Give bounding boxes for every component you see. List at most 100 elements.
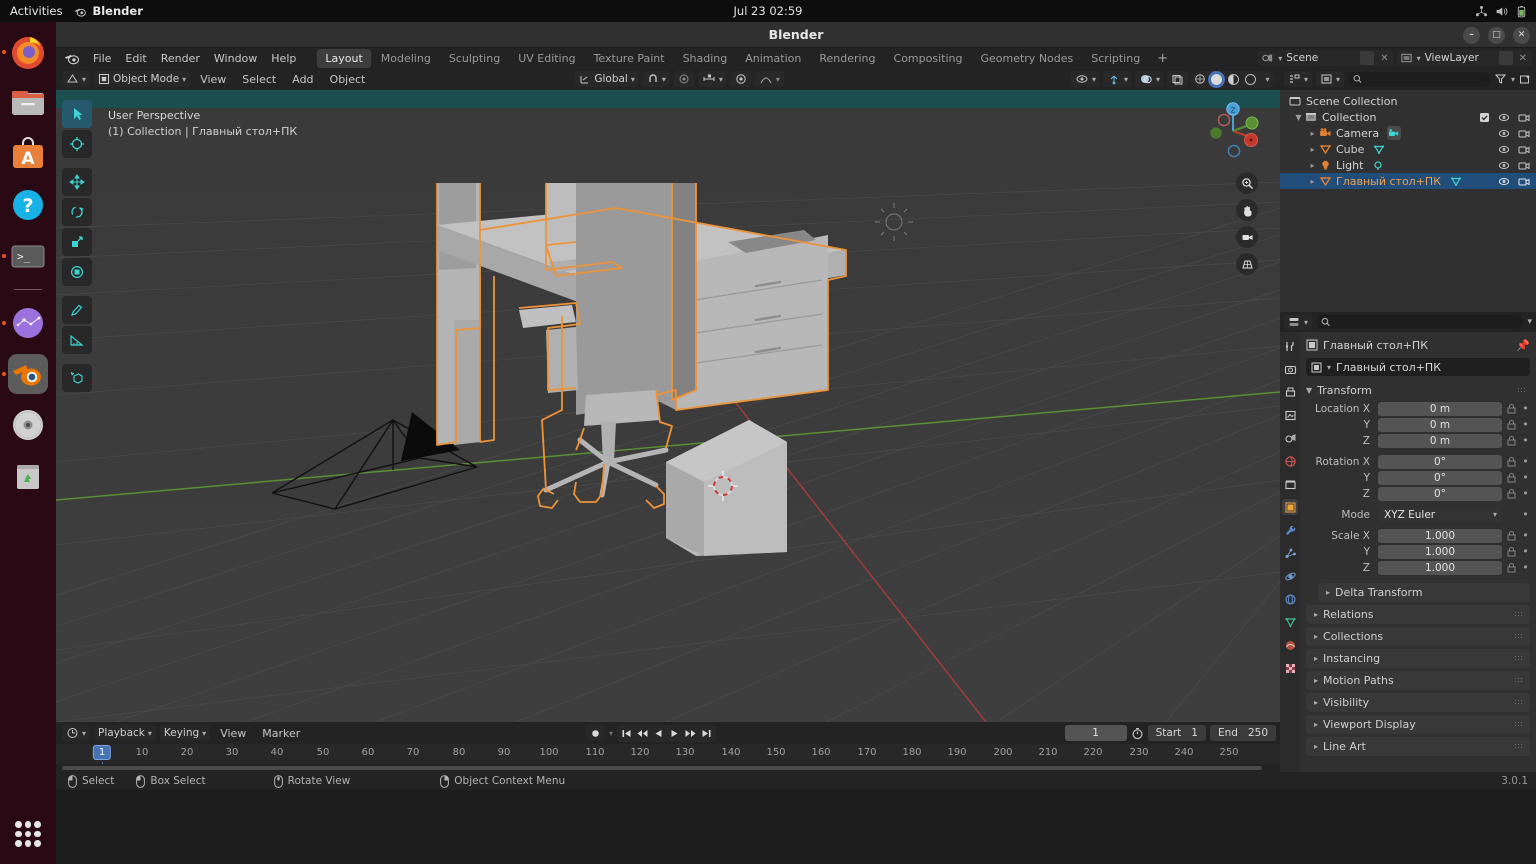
tool-measure[interactable]: [62, 326, 92, 354]
panel-relations[interactable]: ▸ Relations: [1306, 605, 1530, 624]
outliner-search-field[interactable]: [1366, 74, 1490, 85]
properties-tab-material[interactable]: [1282, 637, 1298, 653]
timeline-ruler[interactable]: 1 10 20 30 40 50 60 70 80 90 100 110 120…: [56, 744, 1280, 764]
activities-button[interactable]: Activities: [0, 4, 74, 18]
unlink-scene-icon[interactable]: ✕: [1378, 53, 1390, 64]
add-workspace-button[interactable]: +: [1150, 49, 1175, 68]
dock-item-terminal[interactable]: >_: [8, 236, 48, 276]
camera-data-icon[interactable]: [1387, 126, 1401, 140]
properties-tab-scene[interactable]: [1282, 430, 1298, 446]
navigation-gizmo[interactable]: Z: [1200, 98, 1266, 164]
tool-move[interactable]: [62, 168, 92, 196]
auto-keying-toggle[interactable]: [586, 725, 605, 741]
properties-editor-type[interactable]: ▾: [1284, 314, 1312, 330]
shading-solid[interactable]: [1208, 71, 1225, 88]
snap-increment-selector[interactable]: ▾: [698, 71, 727, 87]
rotation-mode-dropdown[interactable]: XYZ Euler: [1378, 508, 1502, 522]
location-x-value[interactable]: 0 m: [1378, 402, 1502, 416]
workspace-tab-sculpting[interactable]: Sculpting: [441, 49, 508, 68]
properties-tab-collection[interactable]: [1282, 476, 1298, 492]
start-frame-value[interactable]: 1: [1191, 727, 1198, 739]
dock-item-help[interactable]: ?: [8, 185, 48, 225]
shading-material[interactable]: [1225, 71, 1242, 88]
eye-icon[interactable]: [1498, 144, 1510, 155]
play-button[interactable]: [667, 725, 682, 741]
editor-type-selector[interactable]: ▾: [62, 71, 90, 87]
camera-render-icon[interactable]: [1518, 160, 1530, 171]
properties-tab-constraints[interactable]: [1282, 591, 1298, 607]
panel-viewport-display[interactable]: ▸ Viewport Display: [1306, 715, 1530, 734]
toggle-ortho-button[interactable]: [1236, 253, 1258, 275]
show-applications-button[interactable]: [8, 814, 48, 854]
animate-property-dot[interactable]: •: [1521, 545, 1530, 558]
menu-edit[interactable]: Edit: [118, 50, 153, 67]
lock-icon[interactable]: [1506, 419, 1517, 430]
properties-tab-view-layer[interactable]: [1282, 407, 1298, 423]
filter-chevron-icon[interactable]: ▾: [1511, 75, 1515, 84]
properties-tab-object[interactable]: [1282, 499, 1298, 515]
new-view-layer-button[interactable]: [1499, 51, 1513, 65]
tool-cursor[interactable]: [62, 130, 92, 158]
animate-property-dot[interactable]: •: [1521, 455, 1530, 468]
menu-window[interactable]: Window: [207, 50, 264, 67]
new-scene-button[interactable]: [1360, 51, 1374, 65]
camera-render-icon[interactable]: [1518, 112, 1530, 123]
close-button[interactable]: ✕: [1513, 27, 1530, 44]
overlays-toggle[interactable]: ▾: [1135, 71, 1164, 87]
rotation-x-value[interactable]: 0°: [1378, 455, 1502, 469]
properties-search-field[interactable]: [1334, 317, 1523, 328]
mesh-data-icon[interactable]: [1449, 174, 1463, 188]
jump-to-start-button[interactable]: [619, 725, 634, 741]
tool-annotate[interactable]: [62, 296, 92, 324]
filter-icon[interactable]: [1494, 73, 1507, 85]
proportional-falloff-toggle[interactable]: [731, 71, 751, 87]
scale-z-value[interactable]: 1.000: [1378, 561, 1502, 575]
animate-property-dot[interactable]: •: [1521, 508, 1530, 521]
pan-view-button[interactable]: [1236, 199, 1258, 221]
viewport-menu-select[interactable]: Select: [236, 71, 282, 88]
menu-help[interactable]: Help: [264, 50, 303, 67]
dock-item-firefox[interactable]: [8, 32, 48, 72]
properties-tab-output[interactable]: [1282, 384, 1298, 400]
snap-toggle[interactable]: ▾: [643, 71, 670, 87]
properties-tab-object-data[interactable]: [1282, 614, 1298, 630]
lock-icon[interactable]: [1506, 435, 1517, 446]
mesh-data-icon[interactable]: [1372, 142, 1386, 156]
tool-tweak-select[interactable]: [62, 100, 92, 128]
transform-panel-header[interactable]: ▼ Transform: [1306, 382, 1530, 399]
xray-toggle[interactable]: [1167, 71, 1188, 87]
properties-tab-world[interactable]: [1282, 453, 1298, 469]
workspace-tab-animation[interactable]: Animation: [737, 49, 809, 68]
auto-keying-chevron-icon[interactable]: ▾: [609, 729, 613, 738]
animate-property-dot[interactable]: •: [1521, 434, 1530, 447]
scale-y-value[interactable]: 1.000: [1378, 545, 1502, 559]
expand-chevron-icon[interactable]: ▸: [1308, 129, 1317, 138]
expand-chevron-icon[interactable]: ▸: [1308, 161, 1317, 170]
frame-range-field[interactable]: Start 1: [1148, 725, 1206, 741]
workspace-tab-rendering[interactable]: Rendering: [811, 49, 883, 68]
properties-tab-tool[interactable]: [1282, 338, 1298, 354]
eye-icon[interactable]: [1498, 112, 1510, 123]
properties-tab-physics[interactable]: [1282, 568, 1298, 584]
dock-item-disc[interactable]: [8, 405, 48, 445]
outliner-row-light[interactable]: ▸ Light: [1280, 157, 1536, 173]
menu-file[interactable]: File: [86, 50, 118, 67]
viewport-canvas[interactable]: User Perspective (1) Collection | Главны…: [56, 90, 1280, 722]
location-y-value[interactable]: 0 m: [1378, 418, 1502, 432]
rotation-y-value[interactable]: 0°: [1378, 471, 1502, 485]
minimize-button[interactable]: –: [1463, 27, 1480, 44]
shading-mode-group[interactable]: ▾: [1191, 71, 1276, 88]
gizmo-toggle[interactable]: ▾: [1103, 71, 1132, 87]
visibility-selector[interactable]: ▾: [1071, 71, 1100, 87]
object-mode-selector[interactable]: Object Mode ▾: [94, 71, 190, 87]
play-reverse-button[interactable]: [651, 725, 666, 741]
camera-render-icon[interactable]: [1518, 144, 1530, 155]
viewport-menu-view[interactable]: View: [194, 71, 232, 88]
animate-property-dot[interactable]: •: [1521, 418, 1530, 431]
lock-icon[interactable]: [1506, 403, 1517, 414]
tool-rotate[interactable]: [62, 198, 92, 226]
expand-chevron-icon[interactable]: ▸: [1308, 145, 1317, 154]
tool-transform[interactable]: [62, 258, 92, 286]
expand-chevron-icon[interactable]: ▼: [1294, 113, 1303, 122]
lock-icon[interactable]: [1506, 530, 1517, 541]
